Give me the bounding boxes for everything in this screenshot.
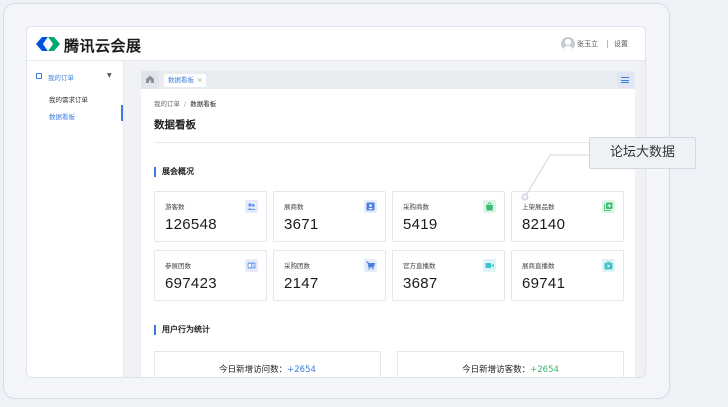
breadcrumb: 我的订单 / 数据看板 bbox=[154, 98, 216, 108]
stat-today-visits: 今日新增访问数：+2654 bbox=[154, 351, 381, 377]
top-header: 腾讯云会展 张玉立 设置 bbox=[27, 27, 645, 61]
brand-logo-icon bbox=[36, 37, 60, 51]
sidebar-item-data-board[interactable]: 数据看板 bbox=[49, 111, 75, 121]
card-label: 展商数 bbox=[284, 203, 304, 211]
calendar-icon bbox=[36, 73, 42, 79]
breadcrumb-root[interactable]: 我的订单 bbox=[154, 100, 180, 108]
avatar[interactable] bbox=[561, 37, 575, 51]
live-play-icon bbox=[602, 259, 615, 272]
sidebar bbox=[27, 61, 124, 377]
menu-button[interactable] bbox=[617, 72, 633, 88]
sidebar-active-indicator bbox=[121, 105, 123, 121]
breadcrumb-current: 数据看板 bbox=[190, 100, 217, 108]
home-icon bbox=[146, 75, 154, 83]
card-label: 采购团数 bbox=[284, 262, 310, 270]
card-value: 5419 bbox=[403, 216, 438, 233]
cart-icon bbox=[364, 259, 377, 272]
stat-today-visitors: 今日新增访客数：+2654 bbox=[397, 351, 624, 377]
contact-card-icon bbox=[364, 200, 377, 213]
tab-home[interactable] bbox=[141, 71, 159, 89]
callout-forum-data: 论坛大数据 bbox=[589, 137, 696, 169]
card-value: 69741 bbox=[522, 275, 566, 292]
stat-card-buyers: 采购商数 5419 bbox=[392, 191, 505, 242]
card-value: 2147 bbox=[284, 275, 319, 292]
card-label: 游客数 bbox=[165, 203, 185, 211]
title-divider bbox=[154, 142, 624, 143]
stat-label: 今日新增访客数： bbox=[462, 365, 531, 375]
stat-card-official-live: 官方直播数 3687 bbox=[392, 250, 505, 301]
card-value: 82140 bbox=[522, 216, 566, 233]
card-value: 3687 bbox=[403, 275, 438, 292]
card-label: 采购商数 bbox=[403, 203, 429, 211]
tab-data-board[interactable]: 数据看板 × bbox=[164, 74, 207, 87]
settings-link[interactable]: 设置 bbox=[614, 39, 628, 49]
badge-icon bbox=[245, 259, 258, 272]
dashboard-panel: 我的订单 / 数据看板 数据看板 展会概况 游客数 126548 展商数 3671 bbox=[141, 89, 635, 377]
add-library-icon bbox=[602, 200, 615, 213]
card-label: 参展团数 bbox=[165, 262, 191, 270]
stat-card-exhibitors: 展商数 3671 bbox=[273, 191, 386, 242]
card-label: 展商直播数 bbox=[522, 262, 555, 270]
caret-down-icon: ▼ bbox=[107, 72, 112, 79]
page-title: 数据看板 bbox=[154, 119, 196, 131]
sidebar-item-demand-orders[interactable]: 我的需求订单 bbox=[49, 94, 88, 104]
stat-card-listed-exhibits: 上架展品数 82140 bbox=[511, 191, 624, 242]
brand-name: 腾讯云会展 bbox=[64, 37, 142, 55]
stat-card-visitors: 游客数 126548 bbox=[154, 191, 267, 242]
card-label: 官方直播数 bbox=[403, 262, 436, 270]
stat-label: 今日新增访问数： bbox=[219, 365, 288, 375]
card-value: 697423 bbox=[165, 275, 217, 292]
stat-value: +2654 bbox=[530, 365, 559, 375]
section-title-user-behavior: 用户行为统计 bbox=[154, 325, 210, 335]
app-window: 腾讯云会展 张玉立 设置 我的订单 ▼ 我的需求订单 数据看板 数据看板 × 我… bbox=[26, 26, 646, 378]
sidebar-group-label: 我的订单 bbox=[48, 74, 74, 82]
card-label: 上架展品数 bbox=[522, 203, 555, 211]
bag-icon bbox=[483, 200, 496, 213]
users-icon bbox=[245, 200, 258, 213]
section-title-overview: 展会概况 bbox=[154, 167, 194, 177]
stat-value: +2654 bbox=[287, 365, 316, 375]
menu-icon bbox=[621, 77, 629, 79]
tab-label: 数据看板 bbox=[168, 76, 194, 84]
card-value: 3671 bbox=[284, 216, 319, 233]
stat-card-exhibit-groups: 参展团数 697423 bbox=[154, 250, 267, 301]
user-name[interactable]: 张玉立 bbox=[577, 39, 598, 49]
close-icon[interactable]: × bbox=[197, 76, 202, 84]
stat-card-exhibitor-live: 展商直播数 69741 bbox=[511, 250, 624, 301]
header-divider bbox=[607, 40, 608, 48]
breadcrumb-separator: / bbox=[184, 100, 187, 108]
video-icon bbox=[483, 259, 496, 272]
card-value: 126548 bbox=[165, 216, 217, 233]
stat-card-purchase-groups: 采购团数 2147 bbox=[273, 250, 386, 301]
tab-bar: 数据看板 × bbox=[141, 71, 635, 89]
main-content: 数据看板× 我的订单/数据看板 数据看板 展会概况 游客数 126548 bbox=[124, 61, 645, 377]
